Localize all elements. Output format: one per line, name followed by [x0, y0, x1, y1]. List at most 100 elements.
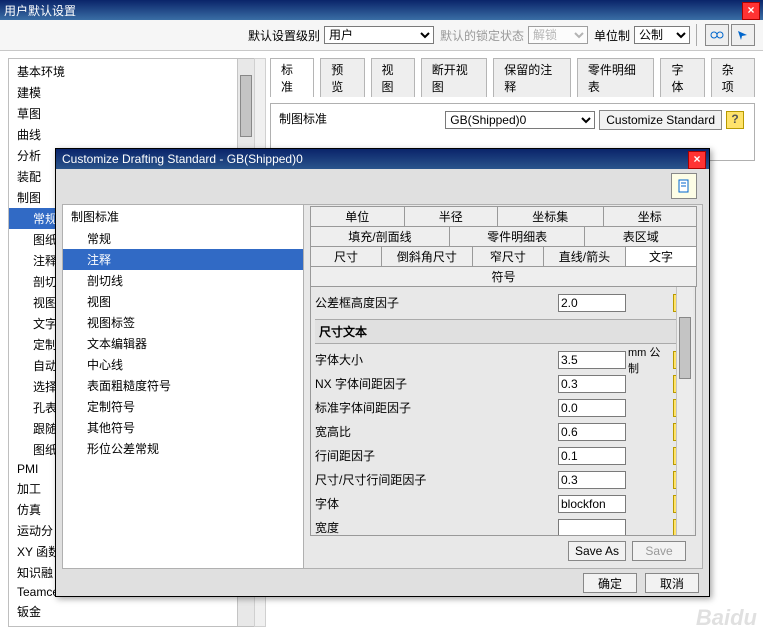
tree-item[interactable]: 建模 — [9, 82, 254, 103]
main-tab[interactable]: 字体 — [660, 58, 704, 97]
dialog-tab[interactable]: 文字 — [625, 246, 697, 267]
dialog-tab[interactable]: 半径 — [404, 206, 499, 227]
save-as-button[interactable]: Save As — [568, 541, 626, 561]
form-row: 字体大小mm 公制? — [315, 348, 691, 372]
main-titlebar[interactable]: 用户默认设置 × — [0, 0, 763, 20]
main-tab[interactable]: 杂项 — [711, 58, 755, 97]
unit-label: 单位制 — [594, 27, 630, 44]
divider — [696, 24, 697, 46]
row-input[interactable] — [558, 447, 626, 465]
unit-combo[interactable]: 公制 — [634, 26, 690, 44]
row-input[interactable] — [558, 471, 626, 489]
toolbar-icon-1[interactable] — [705, 24, 729, 46]
section-title: 尺寸文本 — [315, 319, 691, 344]
dialog-tab[interactable]: 窄尺寸 — [472, 246, 544, 267]
standard-combo[interactable]: GB(Shipped)0 — [445, 111, 595, 129]
dialog-tree-item[interactable]: 表面粗糙度符号 — [63, 375, 303, 396]
row-label: NX 字体间距因子 — [315, 375, 558, 392]
form-pane: 公差框高度因子 ? 尺寸文本 字体大小mm 公制?NX 字体间距因子?标准字体间… — [310, 286, 696, 536]
dialog-tab[interactable]: 坐标集 — [497, 206, 604, 227]
level-combo[interactable]: 用户 — [324, 26, 434, 44]
main-tab[interactable]: 预览 — [320, 58, 364, 97]
dialog-tree-item[interactable]: 常规 — [63, 228, 303, 249]
lock-combo: 解锁 — [528, 26, 588, 44]
dialog-tab[interactable]: 直线/箭头 — [543, 246, 626, 267]
dialog-tree-item[interactable]: 其他符号 — [63, 417, 303, 438]
level-label: 默认设置级别 — [248, 27, 320, 44]
row-label: 行间距因子 — [315, 447, 558, 464]
pointer-icon — [736, 29, 750, 41]
main-tab[interactable]: 标准 — [270, 58, 314, 97]
main-tab[interactable]: 零件明细表 — [577, 58, 655, 97]
dialog-form-panel: 单位半径坐标集坐标 填充/剖面线零件明细表表区域 尺寸倒斜角尺寸窄尺寸直线/箭头… — [304, 205, 702, 568]
row-label: 宽度 — [315, 519, 558, 536]
dialog-toolbar — [56, 169, 709, 204]
form-row: 尺寸/尺寸行间距因子? — [315, 468, 691, 492]
help-icon[interactable]: ? — [726, 111, 744, 129]
customize-standard-button[interactable]: Customize Standard — [599, 110, 722, 130]
dialog-save-row: Save As Save — [310, 536, 696, 566]
dialog-tree-item[interactable]: 视图标签 — [63, 312, 303, 333]
dialog-tab[interactable]: 倒斜角尺寸 — [381, 246, 473, 267]
row-label: 宽高比 — [315, 423, 558, 440]
tree-item[interactable]: 曲线 — [9, 124, 254, 145]
row-input[interactable] — [558, 375, 626, 393]
form-row: 字体? — [315, 492, 691, 516]
top-controls: 默认设置级别 用户 默认的锁定状态 解锁 单位制 公制 — [0, 20, 763, 51]
main-tab[interactable]: 视图 — [371, 58, 415, 97]
customize-drafting-dialog: Customize Drafting Standard - GB(Shipped… — [55, 148, 710, 597]
main-tab[interactable]: 保留的注释 — [493, 58, 571, 97]
dialog-tree-item[interactable]: 定制符号 — [63, 396, 303, 417]
dialog-tab[interactable]: 填充/剖面线 — [310, 226, 450, 247]
dialog-tab[interactable]: 单位 — [310, 206, 405, 227]
dialog-tab[interactable]: 零件明细表 — [449, 226, 586, 247]
form-row: 宽度? — [315, 516, 691, 536]
main-tab[interactable]: 断开视图 — [421, 58, 488, 97]
row-input[interactable] — [558, 495, 626, 513]
form-row: 行间距因子? — [315, 444, 691, 468]
row-input[interactable] — [558, 423, 626, 441]
dialog-tree-header: 制图标准 — [63, 205, 303, 228]
dialog-tree-item[interactable]: 形位公差常规 — [63, 438, 303, 459]
close-icon[interactable]: × — [688, 151, 706, 169]
ok-button[interactable]: 确定 — [583, 573, 637, 593]
dialog-tree-item[interactable]: 剖切线 — [63, 270, 303, 291]
tree-item[interactable]: 钣金 — [9, 601, 254, 622]
dialog-tree-item[interactable]: 文本编辑器 — [63, 333, 303, 354]
dialog-title: Customize Drafting Standard - GB(Shipped… — [62, 152, 303, 166]
row-input[interactable] — [558, 294, 626, 312]
tree-item[interactable]: 基本环境 — [9, 61, 254, 82]
main-title: 用户默认设置 — [4, 2, 76, 19]
dialog-tab[interactable]: 坐标 — [603, 206, 698, 227]
tree-item[interactable]: 草图 — [9, 103, 254, 124]
glasses-icon — [710, 29, 724, 41]
row-label: 公差框高度因子 — [315, 294, 558, 311]
dialog-buttons: 确定 取消 — [56, 571, 709, 596]
dialog-tree-item[interactable]: 中心线 — [63, 354, 303, 375]
form-scrollbar[interactable] — [676, 287, 693, 535]
standard-label: 制图标准 — [279, 112, 327, 126]
dialog-tab[interactable]: 符号 — [310, 266, 697, 287]
main-tabs: 标准预览视图断开视图保留的注释零件明细表字体杂项 — [270, 58, 755, 97]
row-label: 标准字体间距因子 — [315, 399, 558, 416]
dialog-titlebar[interactable]: Customize Drafting Standard - GB(Shipped… — [56, 149, 709, 169]
close-icon[interactable]: × — [742, 2, 760, 20]
document-icon[interactable] — [671, 173, 697, 199]
form-row: 宽高比? — [315, 420, 691, 444]
cancel-button[interactable]: 取消 — [645, 573, 699, 593]
dialog-tab[interactable]: 尺寸 — [310, 246, 382, 267]
form-row-tolerance: 公差框高度因子 ? — [315, 291, 691, 315]
row-input[interactable] — [558, 399, 626, 417]
row-input[interactable] — [558, 519, 626, 536]
row-label: 字体 — [315, 495, 558, 512]
row-unit: mm 公制 — [626, 344, 670, 376]
row-input[interactable] — [558, 351, 626, 369]
row-label: 尺寸/尺寸行间距因子 — [315, 471, 558, 488]
form-row: 标准字体间距因子? — [315, 396, 691, 420]
dialog-tree-item[interactable]: 注释 — [63, 249, 303, 270]
dialog-tab[interactable]: 表区域 — [584, 226, 697, 247]
save-button: Save — [632, 541, 686, 561]
toolbar-icon-2[interactable] — [731, 24, 755, 46]
dialog-tree-panel: 制图标准 常规注释剖切线视图视图标签文本编辑器中心线表面粗糙度符号定制符号其他符… — [63, 205, 304, 568]
dialog-tree-item[interactable]: 视图 — [63, 291, 303, 312]
